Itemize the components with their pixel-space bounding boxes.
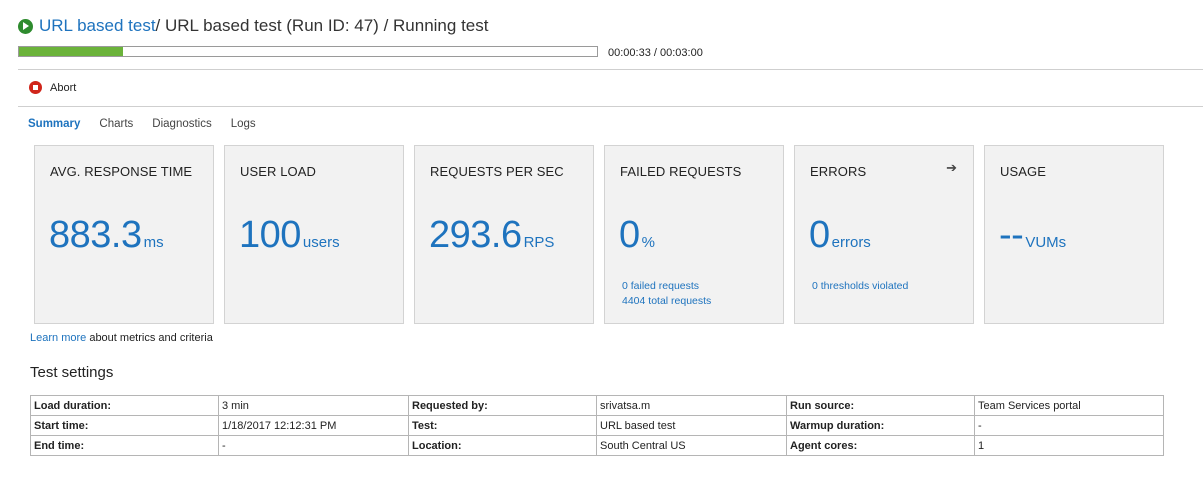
metric-number: -- [999, 214, 1024, 256]
settings-value: 1/18/2017 12:12:31 PM [218, 415, 409, 436]
tab-logs[interactable]: Logs [231, 118, 256, 130]
card-usage: USAGE -- VUMs [984, 145, 1164, 324]
card-title: ERRORS [810, 164, 867, 179]
settings-value: South Central US [596, 435, 787, 456]
card-requests-per-sec: REQUESTS PER SEC 293.6 RPS [414, 145, 594, 324]
thresholds-violated-link[interactable]: 0 thresholds violated [812, 279, 908, 294]
settings-value: 1 [974, 435, 1164, 456]
abort-button[interactable]: Abort [29, 81, 76, 94]
run-timer: 00:00:33 / 00:03:00 [608, 47, 703, 59]
metric-number: 293.6 [429, 214, 522, 256]
test-settings-heading: Test settings [30, 364, 114, 381]
card-title: USER LOAD [240, 164, 317, 179]
card-value: 100 users [239, 214, 340, 257]
table-row: Load duration: 3 min Requested by: sriva… [30, 395, 1164, 416]
test-name-link[interactable]: URL based test [39, 16, 156, 36]
tab-bar: Summary Charts Diagnostics Logs [28, 118, 275, 130]
tab-summary[interactable]: Summary [28, 118, 80, 130]
abort-label: Abort [50, 81, 77, 94]
settings-label: Start time: [30, 415, 219, 436]
settings-value: 3 min [218, 395, 409, 416]
breadcrumb: URL based test / URL based test (Run ID:… [18, 14, 488, 38]
run-progress-fill [19, 47, 124, 56]
table-row: Start time: 1/18/2017 12:12:31 PM Test: … [30, 415, 1164, 436]
tab-charts[interactable]: Charts [99, 118, 133, 130]
card-title: USAGE [1000, 164, 1047, 179]
card-value: 0 errors [809, 214, 871, 257]
settings-label: Load duration: [30, 395, 219, 416]
card-value: -- VUMs [999, 214, 1066, 257]
card-value: 0% [619, 214, 655, 257]
settings-value: - [974, 415, 1164, 436]
learn-more-text: about metrics and criteria [86, 332, 213, 344]
settings-value: srivatsa.m [596, 395, 787, 416]
metric-unit: % [641, 234, 655, 251]
run-progress-bar [18, 46, 598, 57]
settings-label: Requested by: [408, 395, 597, 416]
settings-label: Location: [408, 435, 597, 456]
card-title: FAILED REQUESTS [620, 164, 742, 179]
settings-label: Agent cores: [786, 435, 975, 456]
stop-circle-icon [29, 81, 42, 94]
metric-unit: VUMs [1025, 234, 1067, 251]
test-link[interactable]: URL based test [596, 415, 787, 436]
learn-more-line: Learn more about metrics and criteria [30, 332, 213, 344]
card-value: 293.6 RPS [429, 214, 554, 257]
tab-diagnostics[interactable]: Diagnostics [152, 118, 211, 130]
metric-number: 0 [809, 214, 830, 256]
test-settings-table: Load duration: 3 min Requested by: sriva… [30, 395, 1164, 456]
table-row: End time: - Location: South Central US A… [30, 435, 1164, 456]
metric-unit: errors [831, 234, 871, 251]
metric-number: 0 [619, 214, 640, 256]
metric-number: 100 [239, 214, 301, 256]
arrow-right-icon[interactable]: ➔ [946, 160, 957, 176]
settings-value: - [218, 435, 409, 456]
card-avg-response-time: AVG. RESPONSE TIME 883.3 ms [34, 145, 214, 324]
card-title: AVG. RESPONSE TIME [50, 164, 193, 179]
card-value: 883.3 ms [49, 214, 164, 257]
metric-unit: users [302, 234, 340, 251]
metric-number: 883.3 [49, 214, 142, 256]
play-circle-icon [18, 18, 33, 34]
total-requests-link[interactable]: 4404 total requests [622, 294, 711, 309]
settings-label: Warmup duration: [786, 415, 975, 436]
settings-label: Run source: [786, 395, 975, 416]
settings-label: End time: [30, 435, 219, 456]
failed-requests-link[interactable]: 0 failed requests [622, 279, 699, 294]
run-source-link[interactable]: Team Services portal [974, 395, 1164, 416]
learn-more-link[interactable]: Learn more [30, 332, 86, 344]
metric-unit: ms [143, 234, 164, 251]
breadcrumb-text: / URL based test (Run ID: 47) / Running … [155, 16, 489, 35]
card-errors[interactable]: ERRORS ➔ 0 errors 0 thresholds violated [794, 145, 974, 324]
card-title: REQUESTS PER SEC [430, 164, 564, 179]
card-failed-requests: FAILED REQUESTS 0% 0 failed requests 440… [604, 145, 784, 324]
divider [18, 69, 1203, 70]
divider [18, 106, 1203, 107]
settings-label: Test: [408, 415, 597, 436]
metric-unit: RPS [523, 234, 555, 251]
card-user-load: USER LOAD 100 users [224, 145, 404, 324]
